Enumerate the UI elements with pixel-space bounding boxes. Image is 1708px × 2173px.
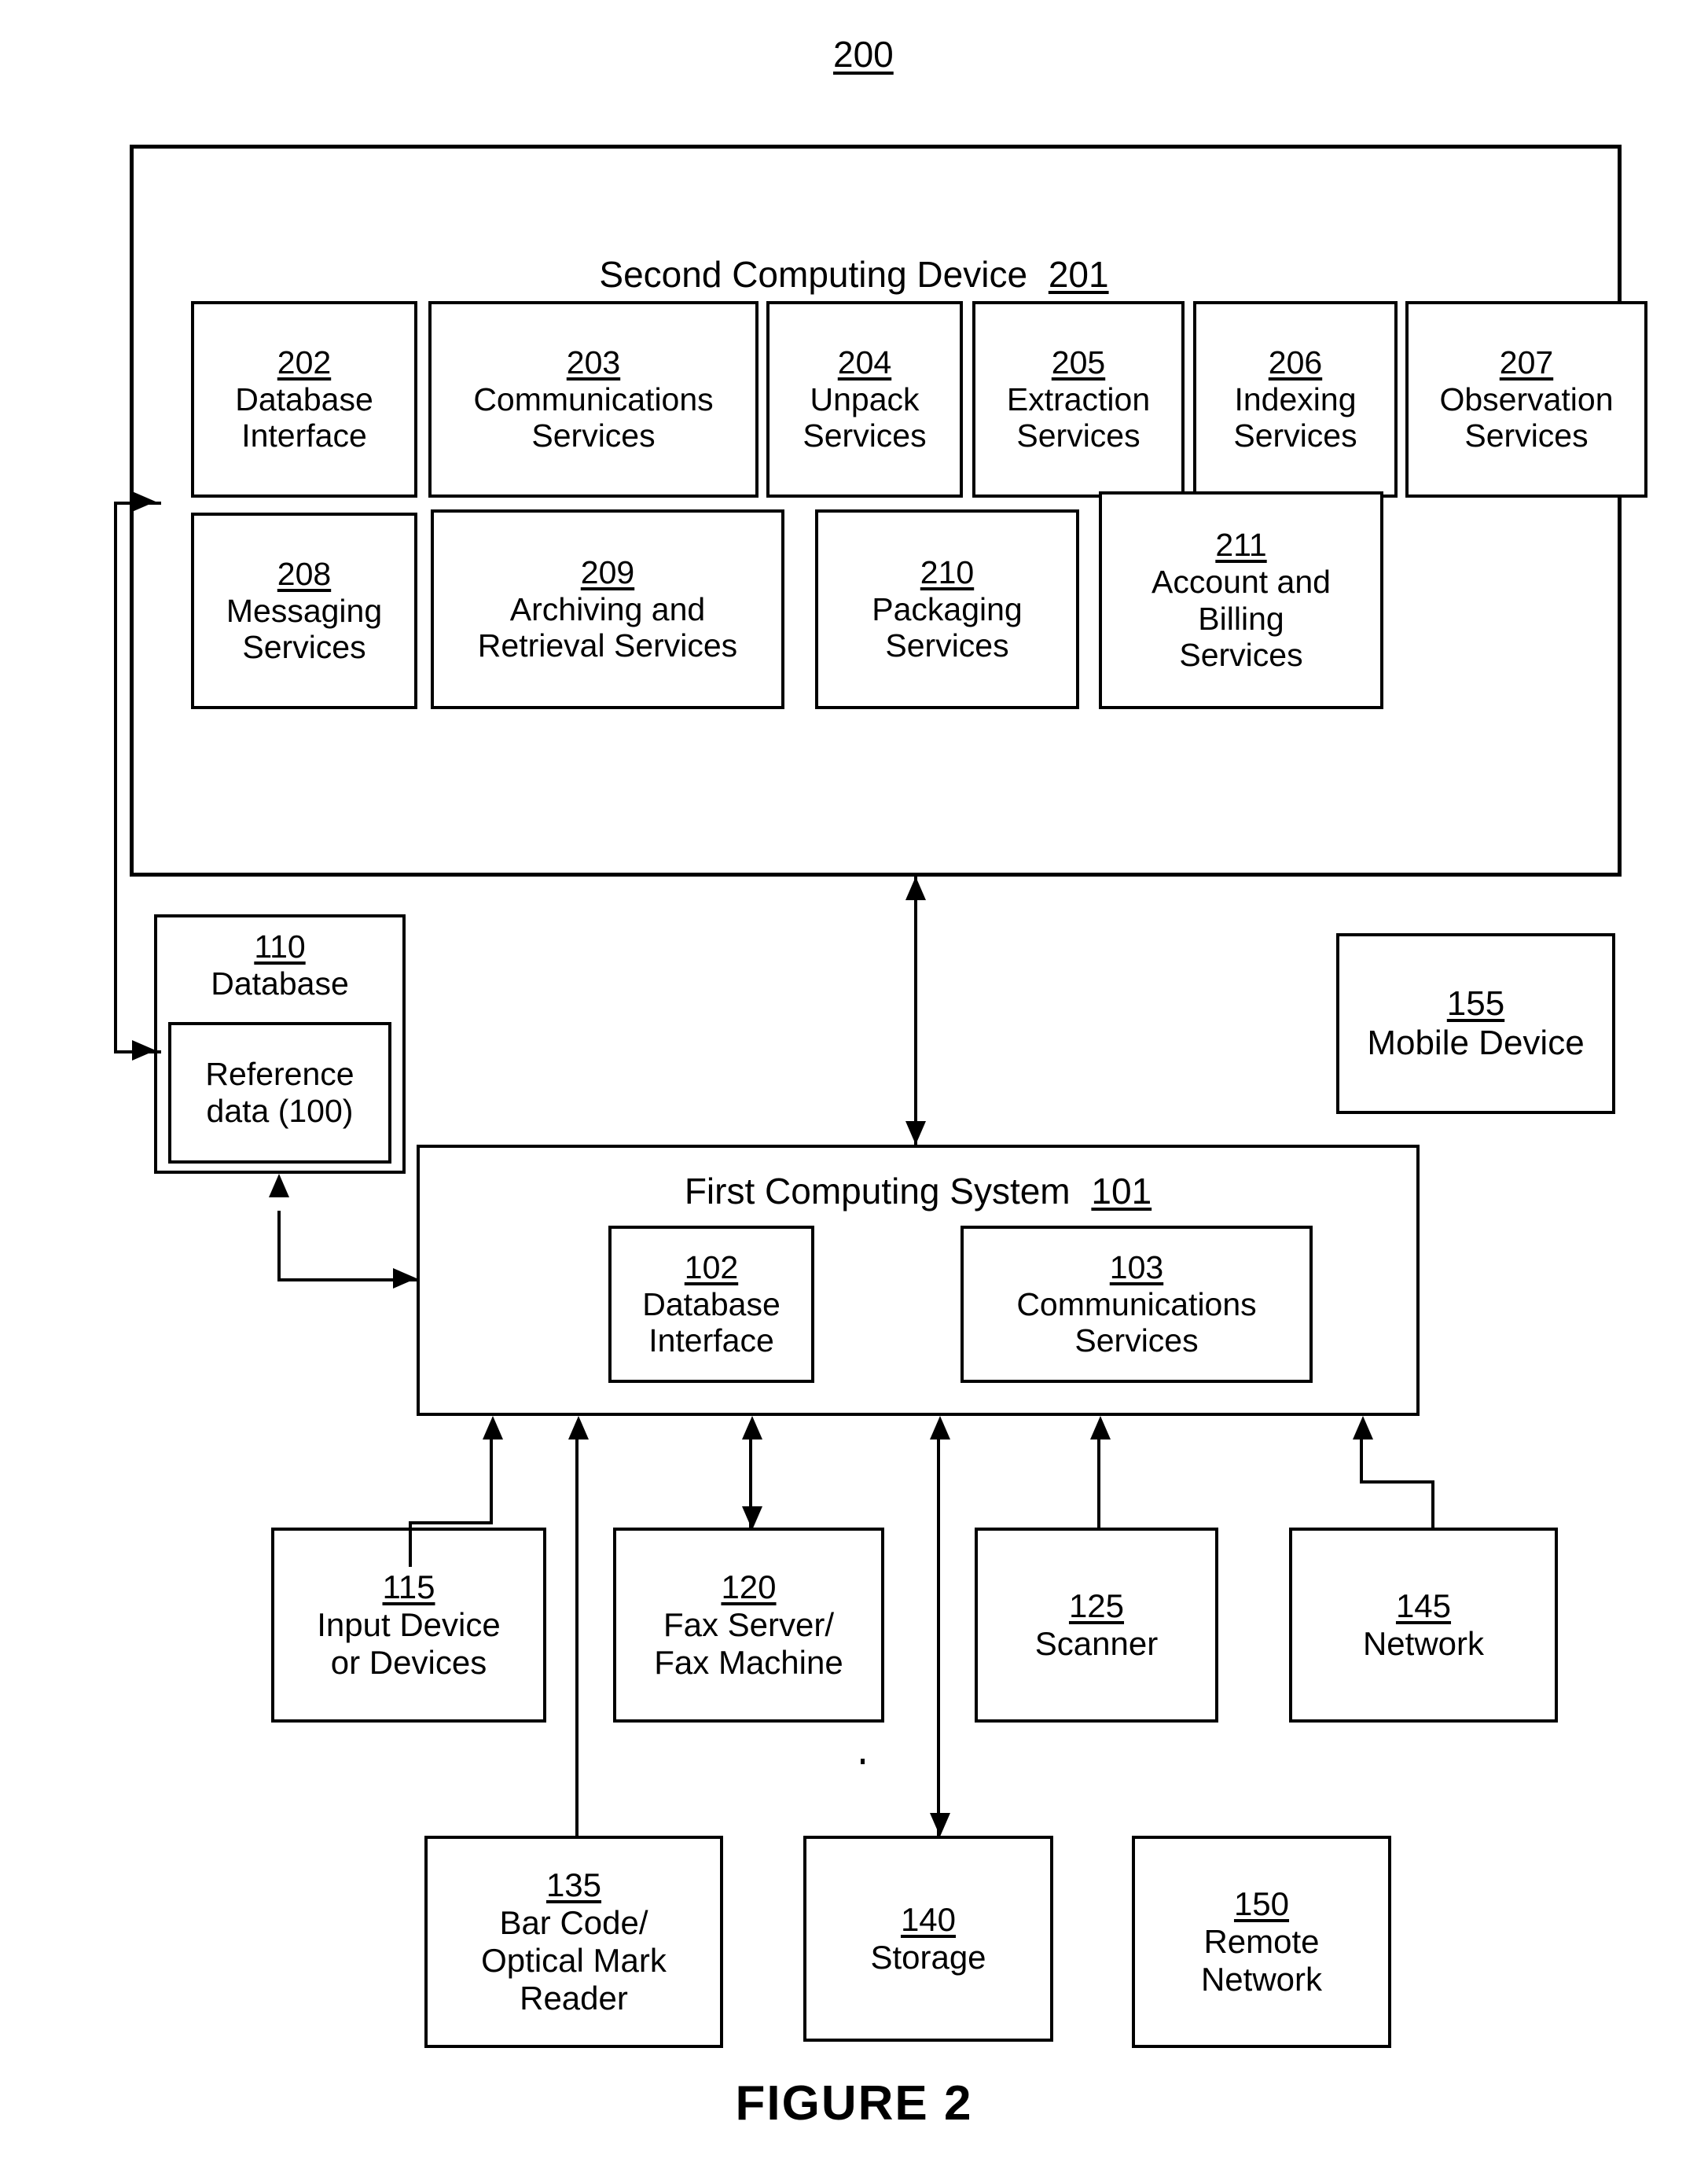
first-computing-system-title-text: First Computing System [684, 1171, 1071, 1212]
peripheral-box-150-number: 150 [1233, 1885, 1290, 1923]
connector-145-vertical-upper [1360, 1438, 1363, 1482]
connector-fcs-to-db-arrowhead [269, 1174, 289, 1197]
peripheral-box-135[interactable]: 135 Bar Code/ Optical Mark Reader [424, 1836, 723, 2048]
connector-115-vertical-upper [490, 1438, 493, 1523]
figure-caption: FIGURE 2 [735, 2076, 973, 2131]
mobile-device-label: Mobile Device [1367, 1024, 1585, 1062]
connector-125-vertical [1097, 1438, 1100, 1529]
peripheral-box-145-label: Network [1362, 1625, 1485, 1662]
database-box-110-label: Database [211, 965, 349, 1002]
service-box-210-number: 210 [920, 553, 975, 590]
service-box-203[interactable]: 203 Communications Services [428, 301, 758, 498]
connector-140-vertical [937, 1438, 940, 1836]
service-box-207-number: 207 [1499, 344, 1554, 381]
peripheral-box-150-label: Remote Network [1200, 1923, 1323, 1998]
peripheral-box-150[interactable]: 150 Remote Network [1132, 1836, 1391, 2048]
module-box-102[interactable]: 102 Database Interface [608, 1226, 814, 1383]
service-box-206[interactable]: 206 Indexing Services [1193, 301, 1398, 498]
service-box-203-label: Communications Services [473, 381, 714, 454]
connector-135-vertical [575, 1438, 579, 1837]
arrow-135-to-fcs [568, 1416, 589, 1439]
mobile-device-number: 155 [1446, 984, 1505, 1023]
service-box-204-label: Unpack Services [803, 381, 927, 454]
first-computing-system-title: First Computing System 101 [417, 1170, 1420, 1212]
module-box-102-label: Database Interface [642, 1285, 781, 1359]
service-box-204-number: 204 [837, 344, 892, 381]
service-box-209-label: Archiving and Retrieval Services [477, 590, 738, 664]
service-box-207-label: Observation Services [1439, 381, 1614, 454]
arrow-fcs-to-120-down [742, 1506, 762, 1530]
connector-fcs-to-db-vertical [277, 1211, 281, 1281]
service-box-202[interactable]: 202 Database Interface [191, 301, 417, 498]
connector-db-inflow-arrowhead [132, 1040, 156, 1061]
module-box-103-label: Communications Services [1016, 1285, 1257, 1359]
service-box-202-label: Database Interface [235, 381, 373, 454]
service-box-205-label: Extraction Services [1006, 381, 1151, 454]
connector-145-vertical-lower [1431, 1480, 1434, 1529]
service-box-211-label: Account and Billing Services [1152, 563, 1331, 674]
peripheral-box-135-label: Bar Code/ Optical Mark Reader [481, 1904, 667, 2017]
peripheral-box-125-number: 125 [1068, 1587, 1125, 1625]
arrow-125-to-fcs [1090, 1416, 1111, 1439]
connector-scd-to-fcs-line [914, 877, 917, 1145]
connector-db-to-scd-vertical [114, 502, 117, 1053]
connector-115-horizontal [409, 1521, 493, 1524]
arrow-120-to-fcs-up [742, 1416, 762, 1439]
service-box-204[interactable]: 204 Unpack Services [766, 301, 963, 498]
figure-reference-200: 200 [833, 34, 894, 75]
patent-figure-page: 200 Second Computing Device 201 202 Data… [0, 0, 1708, 2173]
connector-scd-to-fcs-arrow-up [905, 877, 926, 900]
peripheral-box-115-label: Input Device or Devices [317, 1606, 501, 1681]
peripheral-box-135-number: 135 [545, 1866, 602, 1904]
peripheral-box-140-label: Storage [870, 1939, 986, 1976]
mobile-device-box-155[interactable]: 155 Mobile Device [1336, 933, 1615, 1114]
connector-115-vertical-lower [409, 1521, 412, 1567]
service-box-210-label: Packaging Services [872, 590, 1023, 664]
service-box-209-number: 209 [580, 553, 635, 590]
peripheral-box-125-label: Scanner [1034, 1625, 1159, 1662]
module-box-103-number: 103 [1109, 1248, 1164, 1285]
module-box-103[interactable]: 103 Communications Services [961, 1226, 1313, 1383]
peripheral-box-120[interactable]: 120 Fax Server/ Fax Machine [613, 1528, 884, 1723]
peripheral-box-145[interactable]: 145 Network [1289, 1528, 1558, 1723]
second-computing-device-title: Second Computing Device 201 [0, 253, 1708, 296]
arrow-115-to-fcs [483, 1416, 503, 1439]
service-box-208[interactable]: 208 Messaging Services [191, 513, 417, 709]
service-box-205-number: 205 [1051, 344, 1106, 381]
reference-data-label: Reference data (100) [205, 1056, 354, 1129]
second-computing-device-title-text: Second Computing Device [599, 254, 1028, 295]
service-box-208-number: 208 [277, 555, 332, 592]
arrow-145-to-fcs [1353, 1416, 1373, 1439]
service-box-210[interactable]: 210 Packaging Services [815, 509, 1079, 709]
service-box-211-number: 211 [1215, 527, 1267, 564]
module-box-102-number: 102 [684, 1248, 739, 1285]
service-box-208-label: Messaging Services [226, 592, 383, 666]
connector-db-to-fcs-arrowhead [393, 1268, 417, 1289]
connector-scd-to-fcs-arrow-down [905, 1121, 926, 1145]
peripheral-box-140-number: 140 [900, 1901, 957, 1939]
service-box-206-number: 206 [1268, 344, 1323, 381]
peripheral-box-145-number: 145 [1395, 1587, 1452, 1625]
service-box-207[interactable]: 207 Observation Services [1405, 301, 1647, 498]
service-box-209[interactable]: 209 Archiving and Retrieval Services [431, 509, 784, 709]
peripheral-box-120-label: Fax Server/ Fax Machine [654, 1606, 843, 1681]
service-box-211[interactable]: 211 Account and Billing Services [1099, 491, 1383, 709]
service-box-206-label: Indexing Services [1233, 381, 1357, 454]
first-computing-system-title-ref: 101 [1091, 1171, 1152, 1212]
arrow-fcs-to-140-down [930, 1813, 950, 1837]
scan-artifact-speck [861, 1759, 865, 1764]
service-box-205[interactable]: 205 Extraction Services [972, 301, 1185, 498]
peripheral-box-125[interactable]: 125 Scanner [975, 1528, 1218, 1723]
connector-145-horizontal [1360, 1480, 1434, 1484]
arrow-140-to-fcs-up [930, 1416, 950, 1439]
peripheral-box-120-number: 120 [721, 1568, 777, 1606]
service-box-203-number: 203 [566, 344, 621, 381]
peripheral-box-115-number: 115 [382, 1568, 435, 1606]
peripheral-box-140[interactable]: 140 Storage [803, 1836, 1053, 2042]
service-box-202-number: 202 [277, 344, 332, 381]
reference-data-box[interactable]: Reference data (100) [168, 1022, 391, 1164]
database-box-110-number: 110 [254, 928, 306, 965]
connector-db-to-scd-arrowhead [132, 491, 156, 512]
second-computing-device-title-ref: 201 [1048, 254, 1109, 295]
